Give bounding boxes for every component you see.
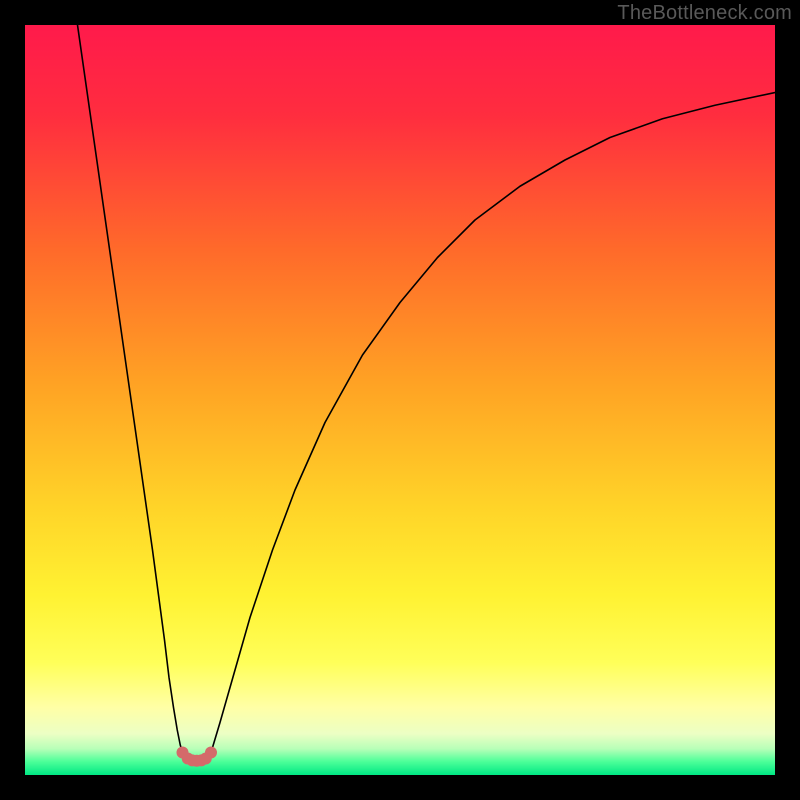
chart-container: TheBottleneck.com (0, 0, 800, 800)
chart-svg (25, 25, 775, 775)
watermark-text: TheBottleneck.com (617, 2, 792, 25)
minimum-marker (205, 747, 217, 759)
gradient-background (25, 25, 775, 775)
plot-area (25, 25, 775, 775)
